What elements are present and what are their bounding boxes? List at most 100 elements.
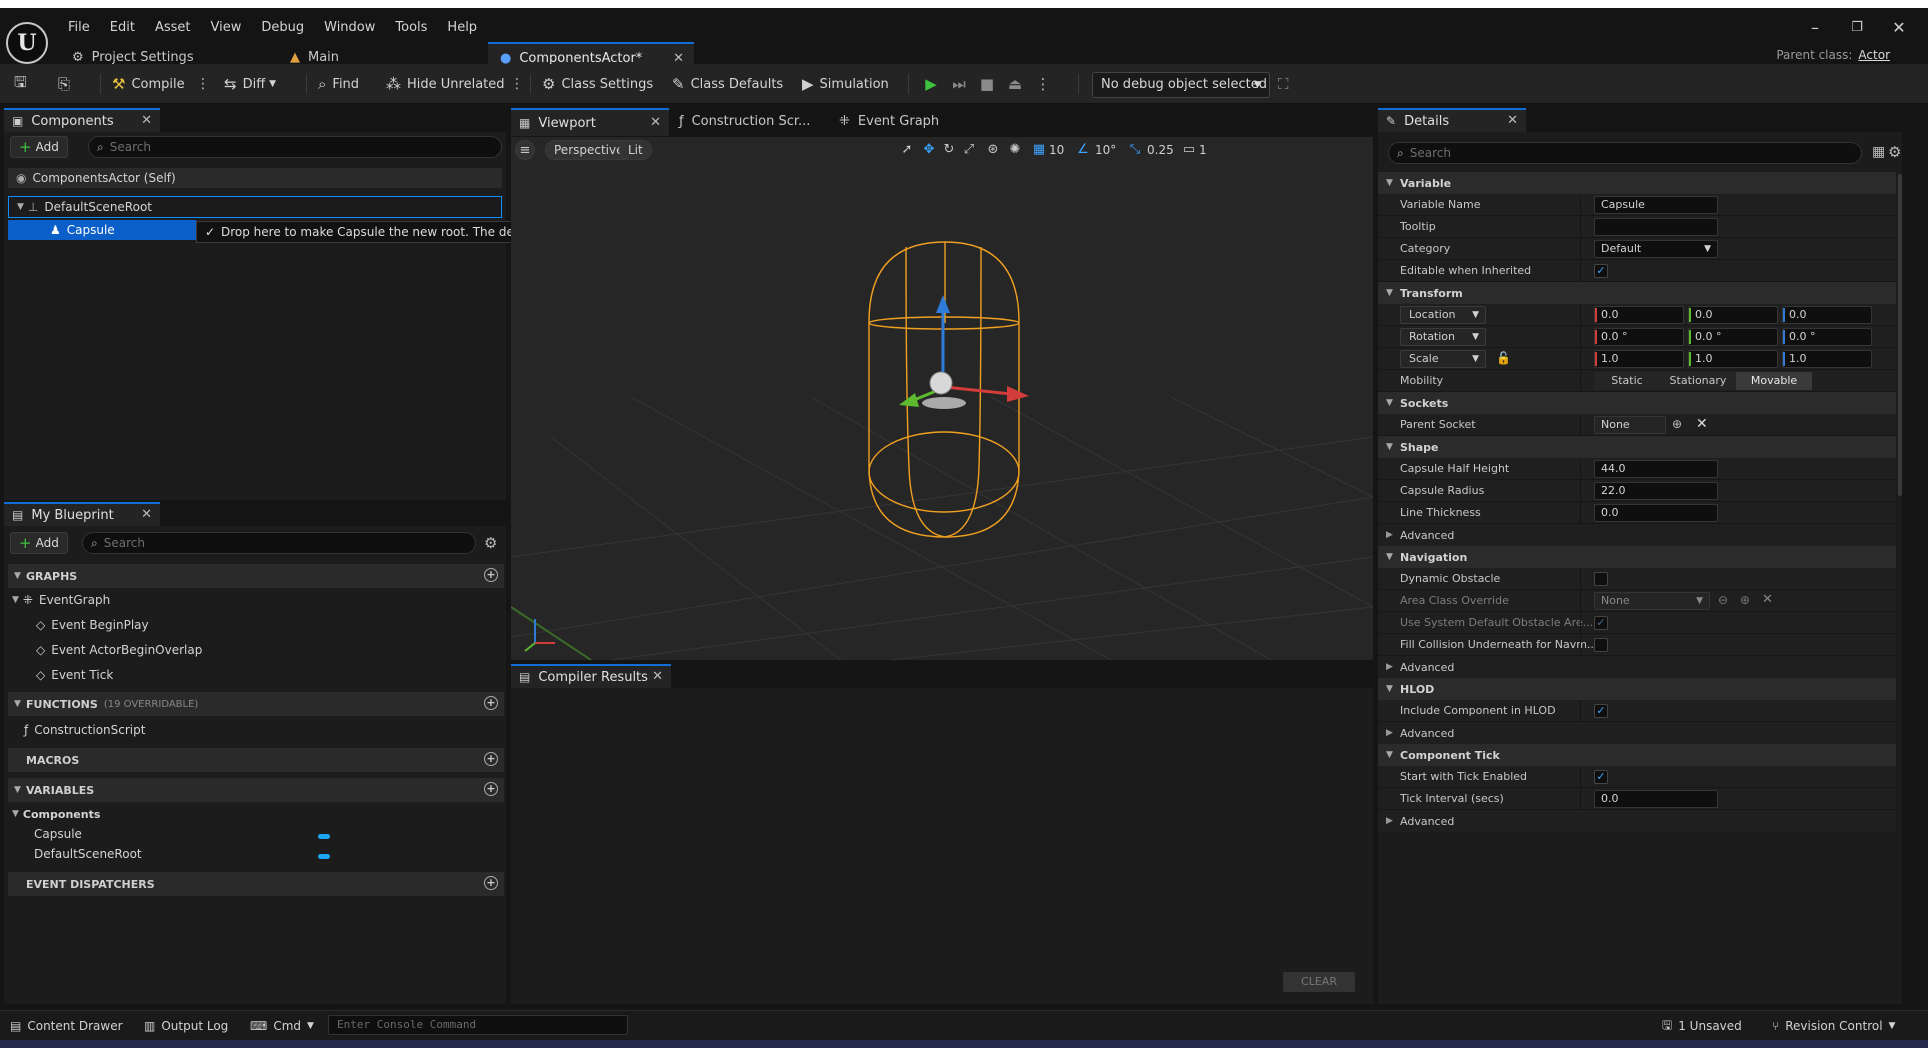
my-blueprint-search-input[interactable]: ⌕ Search — [82, 532, 476, 554]
cmd-select[interactable]: ⌨ Cmd ▼ — [250, 1017, 314, 1035]
editable-checkbox[interactable]: ✓ — [1594, 264, 1608, 278]
output-log-button[interactable]: ▥ Output Log — [144, 1017, 228, 1035]
parent-class-link[interactable]: Actor — [1858, 48, 1890, 62]
menu-window[interactable]: Window — [314, 19, 385, 37]
viewport[interactable]: ≡ Perspective Lit ➚ ✥ ↻ ⤢ ⊛ ✺ ▦ 10 ∠ 10°… — [511, 137, 1373, 660]
content-drawer-button[interactable]: ▤ Content Drawer — [10, 1017, 123, 1035]
close-tab-icon[interactable]: ✕ — [652, 669, 663, 684]
camera-speed-icon[interactable]: ▭ — [1179, 140, 1199, 160]
simulation-button[interactable]: ▶ Simulation — [802, 72, 889, 96]
half-height-input[interactable]: 44.0 — [1594, 460, 1718, 478]
unreal-logo-icon[interactable]: U — [6, 22, 48, 64]
section-variables[interactable]: ▼ VARIABLES + — [8, 778, 504, 802]
tab-compiler-results[interactable]: ▤ Compiler Results ✕ — [511, 664, 671, 688]
dynamic-obstacle-checkbox[interactable] — [1594, 572, 1608, 586]
rotation-x-input[interactable]: 0.0 ° — [1594, 328, 1684, 346]
reset-icon[interactable]: ⊖ — [1718, 593, 1728, 607]
play-icon[interactable]: ▶ — [920, 73, 942, 95]
scale-x-input[interactable]: 1.0 — [1594, 350, 1684, 368]
details-search-input[interactable]: ⌕ Search — [1388, 142, 1862, 164]
section-transform[interactable]: ▼ Transform — [1378, 282, 1896, 304]
clear-socket-icon[interactable]: ✕ — [1696, 416, 1708, 432]
fill-collision-checkbox[interactable] — [1594, 638, 1608, 652]
compile-options-icon[interactable]: ⋮ — [196, 74, 210, 94]
unsaved-button[interactable]: 🖫 1 Unsaved — [1662, 1017, 1742, 1035]
add-member-button[interactable]: + Add — [10, 532, 68, 554]
line-thickness-input[interactable]: 0.0 — [1594, 504, 1718, 522]
scale-y-input[interactable]: 1.0 — [1688, 350, 1778, 368]
variable-category[interactable]: ▼ Components — [12, 804, 100, 824]
world-space-icon[interactable]: ⊛ — [983, 140, 1003, 160]
tab-event-graph[interactable]: ⁜ Event Graph — [839, 114, 939, 129]
save-button[interactable]: 🖫 — [14, 72, 33, 96]
section-functions[interactable]: ▼ FUNCTIONS (19 OVERRIDABLE) + — [8, 692, 504, 716]
component-default-scene-root[interactable]: ▼ ⊥ DefaultSceneRoot — [8, 196, 502, 218]
surface-snap-icon[interactable]: ✺ — [1005, 140, 1025, 160]
tick-advanced[interactable]: ▶ Advanced — [1378, 810, 1896, 832]
section-navigation[interactable]: ▼ Navigation — [1378, 546, 1896, 568]
menu-debug[interactable]: Debug — [251, 19, 314, 37]
tab-construction-script[interactable]: ƒ Construction Scr... — [679, 114, 810, 129]
scale-select[interactable]: Scale ▼ — [1400, 350, 1486, 368]
stop-icon[interactable]: ■ — [976, 73, 998, 95]
component-capsule[interactable]: ♟ Capsule — [8, 220, 196, 240]
minimize-icon[interactable]: – — [1802, 18, 1828, 38]
scale-snap-value[interactable]: 0.25 — [1147, 143, 1174, 157]
area-class-select[interactable]: None ▼ — [1594, 592, 1710, 610]
section-sockets[interactable]: ▼ Sockets — [1378, 392, 1896, 414]
shape-advanced[interactable]: ▶ Advanced — [1378, 524, 1896, 546]
table-view-icon[interactable]: ▦ — [1872, 144, 1885, 160]
variable-item[interactable]: Capsule — [34, 824, 82, 844]
location-select[interactable]: Location ▼ — [1400, 306, 1486, 324]
start-tick-checkbox[interactable]: ✓ — [1594, 770, 1608, 784]
tab-details[interactable]: ✎ Details ✕ — [1378, 108, 1526, 132]
tab-my-blueprint[interactable]: ▤ My Blueprint ✕ — [4, 502, 160, 526]
lit-button[interactable]: Lit — [619, 140, 652, 160]
location-z-input[interactable]: 0.0 — [1782, 306, 1872, 324]
location-x-input[interactable]: 0.0 — [1594, 306, 1684, 324]
include-hlod-checkbox[interactable]: ✓ — [1594, 704, 1608, 718]
grid-snap-icon[interactable]: ▦ — [1029, 140, 1049, 160]
add-graph-icon[interactable]: + — [484, 568, 498, 582]
mobility-static[interactable]: Static — [1594, 372, 1660, 390]
mobility-movable[interactable]: Movable — [1736, 372, 1812, 390]
add-component-button[interactable]: + Add — [10, 136, 68, 158]
radius-input[interactable]: 22.0 — [1594, 482, 1718, 500]
close-tab-icon[interactable]: ✕ — [141, 507, 152, 522]
browse-icon[interactable]: ⊕ — [1740, 593, 1750, 607]
parent-socket-select[interactable]: None — [1594, 416, 1666, 434]
add-macro-icon[interactable]: + — [484, 752, 498, 766]
viewport-menu-icon[interactable]: ≡ — [515, 140, 535, 160]
tick-interval-input[interactable]: 0.0 — [1594, 790, 1718, 808]
section-shape[interactable]: ▼ Shape — [1378, 436, 1896, 458]
details-scrollbar[interactable] — [1898, 174, 1902, 496]
section-variable[interactable]: ▼ Variable — [1378, 172, 1896, 194]
grid-snap-value[interactable]: 10 — [1049, 143, 1064, 157]
components-search-input[interactable]: ⌕ Search — [88, 136, 502, 158]
console-input[interactable]: Enter Console Command — [328, 1015, 628, 1035]
restore-icon[interactable]: ❐ — [1844, 18, 1870, 38]
event-item[interactable]: ◇ Event ActorBeginOverlap — [36, 640, 202, 660]
eject-icon[interactable]: ⏏ — [1004, 73, 1026, 95]
gear-icon[interactable]: ⚙ — [1888, 143, 1901, 161]
tooltip-input[interactable] — [1594, 218, 1718, 236]
close-tab-icon[interactable]: ✕ — [650, 115, 661, 130]
angle-snap-icon[interactable]: ∠ — [1073, 140, 1093, 160]
mobility-stationary[interactable]: Stationary — [1660, 372, 1736, 390]
close-tab-icon[interactable]: ✕ — [141, 113, 152, 128]
diff-button[interactable]: ⇆ Diff ▼ — [224, 72, 276, 96]
gear-icon[interactable]: ⚙ — [484, 534, 497, 552]
add-variable-icon[interactable]: + — [484, 782, 498, 796]
event-graph-item[interactable]: ▼ ⁜ EventGraph — [12, 590, 110, 610]
section-macros[interactable]: MACROS + — [8, 748, 504, 772]
add-dispatcher-icon[interactable]: + — [484, 876, 498, 890]
browse-socket-icon[interactable]: ⊕ — [1672, 417, 1682, 431]
use-default-obstacle-checkbox[interactable]: ✓ — [1594, 616, 1608, 630]
clear-icon[interactable]: ✕ — [1762, 592, 1773, 607]
play-options-icon[interactable]: ⋮ — [1032, 73, 1054, 95]
menu-file[interactable]: File — [58, 19, 100, 37]
select-mode-icon[interactable]: ➚ — [897, 140, 917, 160]
tab-components[interactable]: ▣ Components ✕ — [4, 108, 160, 132]
section-component-tick[interactable]: ▼ Component Tick — [1378, 744, 1896, 766]
category-select[interactable]: Default ▼ — [1594, 240, 1718, 258]
